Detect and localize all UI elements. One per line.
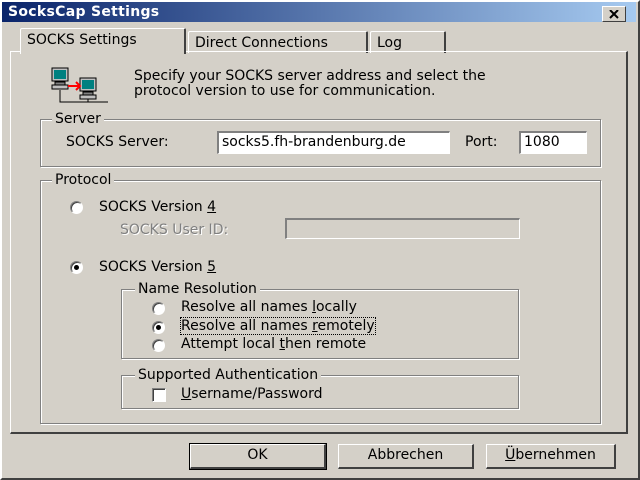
socks-v4-accel: 4 (207, 199, 217, 215)
option-text: Resolve all names (181, 299, 313, 315)
window-title: SocksCap Settings (8, 4, 160, 20)
socks-v5-label-text: SOCKS Version (99, 259, 208, 275)
name-resolution-legend: Name Resolution (135, 281, 260, 297)
resolve-remotely-radio[interactable] (152, 321, 165, 334)
apply-button[interactable]: Übernehmen (486, 444, 616, 469)
option-text: Resolve all names (181, 318, 313, 334)
username-password-checkbox[interactable] (152, 388, 166, 402)
apply-text: bernehmen (515, 447, 596, 463)
option-text: emotely (317, 318, 375, 334)
ok-button[interactable]: OK (189, 443, 327, 470)
socks-v4-label-text: SOCKS Version (99, 199, 208, 215)
tab-label: Direct Connections (195, 35, 328, 51)
tab-label: Log (377, 35, 403, 51)
active-tab-join (21, 50, 184, 53)
tab-log[interactable]: Log (370, 31, 446, 53)
local-then-remote-label[interactable]: Attempt local then remote (181, 336, 366, 352)
socks-v5-radio[interactable] (70, 261, 83, 274)
option-text: ocally (315, 299, 357, 315)
cancel-button[interactable]: Abbrechen (338, 444, 474, 469)
resolve-locally-label[interactable]: Resolve all names locally (181, 299, 357, 315)
intro-text-line2: protocol version to use for communicatio… (134, 83, 436, 99)
port-label: Port: (465, 134, 498, 150)
protocol-legend: Protocol (52, 172, 115, 188)
port-input[interactable]: 1080 (519, 131, 587, 154)
tab-label: SOCKS Settings (27, 32, 137, 48)
socks-user-id-input[interactable] (285, 218, 520, 239)
socks-server-input[interactable]: socks5.fh-brandenburg.de (217, 131, 450, 154)
checkbox-accel: U (181, 386, 192, 402)
supported-authentication-legend: Supported Authentication (135, 367, 322, 383)
radio-dot (74, 265, 79, 270)
resolve-remotely-label[interactable]: Resolve all names remotely (180, 317, 376, 335)
socks-v4-label[interactable]: SOCKS Version 4 (99, 199, 216, 215)
radio-dot (156, 325, 161, 330)
username-password-label[interactable]: Username/Password (181, 386, 322, 402)
apply-accel: Ü (505, 447, 516, 463)
option-text: hen remote (284, 336, 367, 352)
option-text: Attempt local (181, 336, 280, 352)
resolve-locally-radio[interactable] (152, 302, 165, 315)
network-computers-icon (50, 66, 114, 106)
socks-user-id-label: SOCKS User ID: (120, 222, 229, 238)
title-bar[interactable]: SocksCap Settings (2, 2, 636, 22)
tab-direct-connections[interactable]: Direct Connections (188, 31, 368, 53)
close-button[interactable] (602, 6, 626, 22)
socks-v5-accel: 5 (207, 259, 217, 275)
checkbox-text: sername/Password (191, 386, 323, 402)
socks-v4-radio[interactable] (70, 201, 83, 214)
socks-server-label: SOCKS Server: (66, 134, 169, 150)
local-then-remote-radio[interactable] (152, 339, 165, 352)
intro-text-line1: Specify your SOCKS server address and se… (134, 68, 486, 84)
server-legend: Server (52, 111, 104, 127)
close-icon (609, 10, 619, 19)
socks-v5-label[interactable]: SOCKS Version 5 (99, 259, 216, 275)
